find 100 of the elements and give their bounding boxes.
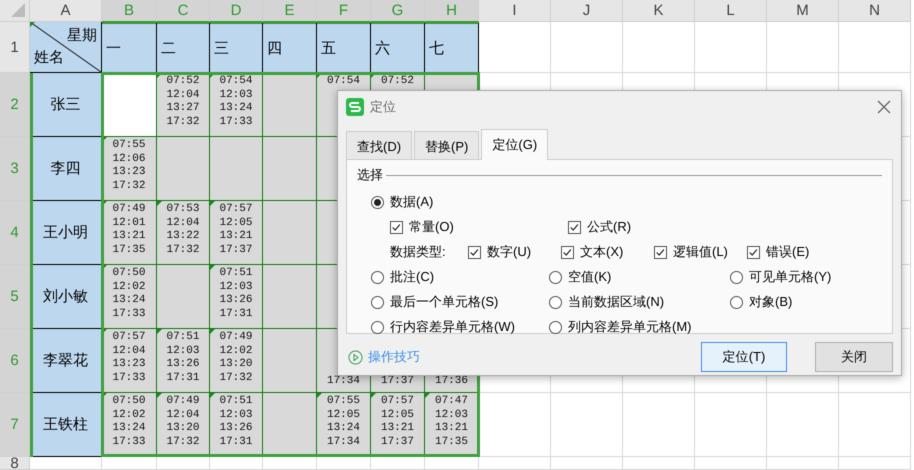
radio-option[interactable]: 可见单元格(Y) xyxy=(730,268,900,286)
time-entry: 17:35 xyxy=(434,436,468,449)
time-entry: 13:22 xyxy=(166,230,200,244)
time-entry: 13:26 xyxy=(219,422,252,436)
radio-button[interactable] xyxy=(549,320,562,334)
table-cell: 四 xyxy=(263,22,317,73)
time-entry: 07:47 xyxy=(434,395,468,408)
time-entry: 12:05 xyxy=(326,408,360,422)
column-header[interactable]: K xyxy=(623,0,695,22)
table-cell: 王铁柱 xyxy=(30,393,102,457)
checkbox[interactable] xyxy=(561,246,574,258)
radio-option[interactable]: 对象(B) xyxy=(730,293,900,311)
field-label: 数据类型: xyxy=(390,243,447,261)
time-entry: 13:24 xyxy=(112,422,146,436)
close-button[interactable] xyxy=(875,98,893,116)
radio-option[interactable]: 最后一个单元格(S) xyxy=(371,293,549,311)
close-dialog-button[interactable]: 关闭 xyxy=(815,342,893,372)
time-entry: 07:57 xyxy=(380,395,414,408)
radio-button[interactable] xyxy=(730,296,743,308)
time-entry: 17:37 xyxy=(380,436,414,449)
time-entry: 07:55 xyxy=(112,139,146,152)
column-header[interactable]: M xyxy=(767,0,839,22)
time-entry: 13:23 xyxy=(112,358,146,372)
time-entry: 13:21 xyxy=(434,422,468,436)
time-entry: 12:02 xyxy=(219,344,252,358)
time-entry: 07:57 xyxy=(219,203,252,216)
checkbox[interactable] xyxy=(747,246,760,258)
time-entry: 17:35 xyxy=(112,244,146,257)
column-header[interactable]: J xyxy=(551,0,623,22)
checkbox[interactable] xyxy=(390,220,403,234)
radio-option[interactable]: 批注(C) xyxy=(371,268,549,286)
table-cell: 六 xyxy=(371,22,425,73)
time-entry: 17:32 xyxy=(219,372,252,385)
tab[interactable]: 查找(D) xyxy=(346,131,412,160)
time-entry: 07:51 xyxy=(166,331,200,344)
column-header[interactable]: I xyxy=(479,0,551,22)
time-entry: 12:03 xyxy=(219,408,252,422)
time-entry: 13:24 xyxy=(112,294,146,308)
time-entry: 07:49 xyxy=(219,331,252,344)
checkbox-option[interactable]: 错误(E) xyxy=(747,243,840,261)
checkbox-option[interactable]: 文本(X) xyxy=(561,243,654,261)
time-entry: 17:32 xyxy=(166,244,200,257)
time-entry: 13:21 xyxy=(112,230,146,244)
time-entry: 07:53 xyxy=(166,203,200,216)
time-entry: 12:05 xyxy=(219,216,252,230)
table-cell: 五 xyxy=(317,22,371,73)
time-entry: 07:50 xyxy=(112,267,146,280)
checkbox[interactable] xyxy=(468,246,481,258)
time-entry: 17:31 xyxy=(166,372,200,385)
time-entry: 12:01 xyxy=(112,216,146,230)
time-entry: 17:34 xyxy=(326,374,360,388)
radio-option[interactable]: 行内容差异单元格(W) xyxy=(371,318,549,336)
radio-button[interactable] xyxy=(730,270,743,284)
checkbox-option[interactable]: 数字(U) xyxy=(468,243,561,261)
column-header[interactable]: A xyxy=(30,0,102,22)
time-entry: 12:03 xyxy=(219,280,252,294)
tab[interactable]: 替换(P) xyxy=(414,131,480,160)
time-entry: 12:04 xyxy=(166,216,200,230)
time-entry: 13:20 xyxy=(166,422,200,436)
column-header[interactable]: L xyxy=(695,0,767,22)
time-entry: 12:04 xyxy=(166,88,200,102)
group-label: 选择 xyxy=(357,166,383,184)
radio-button[interactable] xyxy=(371,270,384,284)
time-entry: 07:54 xyxy=(326,75,360,88)
window-title: 定位 xyxy=(370,98,396,116)
locate-button[interactable]: 定位(T) xyxy=(701,342,787,372)
radio-option[interactable]: 列内容差异单元格(M) xyxy=(549,318,730,336)
radio-button[interactable] xyxy=(371,320,384,334)
tab[interactable]: 定位(G) xyxy=(481,129,548,160)
time-entry: 12:03 xyxy=(166,344,200,358)
row-header[interactable]: 1 xyxy=(0,22,30,73)
row-header[interactable]: 8 xyxy=(0,457,30,470)
table-cell: 李四 xyxy=(30,137,102,201)
checkbox-option[interactable]: 公式(R) xyxy=(568,218,746,236)
time-entry: 12:02 xyxy=(112,280,146,294)
header-label: 星期 xyxy=(67,26,97,45)
time-entry: 17:32 xyxy=(112,180,146,193)
time-entry: 13:23 xyxy=(112,166,146,180)
radio-button[interactable] xyxy=(549,296,562,308)
time-entry: 13:20 xyxy=(219,358,252,372)
checkbox[interactable] xyxy=(568,220,581,234)
radio-option[interactable]: 空值(K) xyxy=(549,268,730,286)
checkbox[interactable] xyxy=(654,246,667,258)
time-entry: 13:21 xyxy=(219,230,252,244)
column-header[interactable]: N xyxy=(839,0,911,22)
time-entry: 07:51 xyxy=(219,267,252,280)
time-entry: 17:33 xyxy=(112,372,146,385)
radio-button[interactable] xyxy=(549,270,562,284)
time-entry: 13:24 xyxy=(326,422,360,436)
time-entry: 07:52 xyxy=(380,75,414,88)
checkbox-option[interactable]: 常量(O) xyxy=(390,218,568,236)
radio-option[interactable]: 当前数据区域(N) xyxy=(549,293,730,311)
radio-button[interactable] xyxy=(371,196,384,208)
checkbox-option[interactable]: 逻辑值(L) xyxy=(654,243,747,261)
table-cell: 李翠花 xyxy=(30,329,102,393)
radio-button[interactable] xyxy=(371,296,384,308)
time-entry: 12:03 xyxy=(434,408,468,422)
table-cell: 刘小敏 xyxy=(30,265,102,329)
radio-option[interactable]: 数据(A) xyxy=(371,193,549,211)
time-entry: 07:49 xyxy=(166,395,200,408)
